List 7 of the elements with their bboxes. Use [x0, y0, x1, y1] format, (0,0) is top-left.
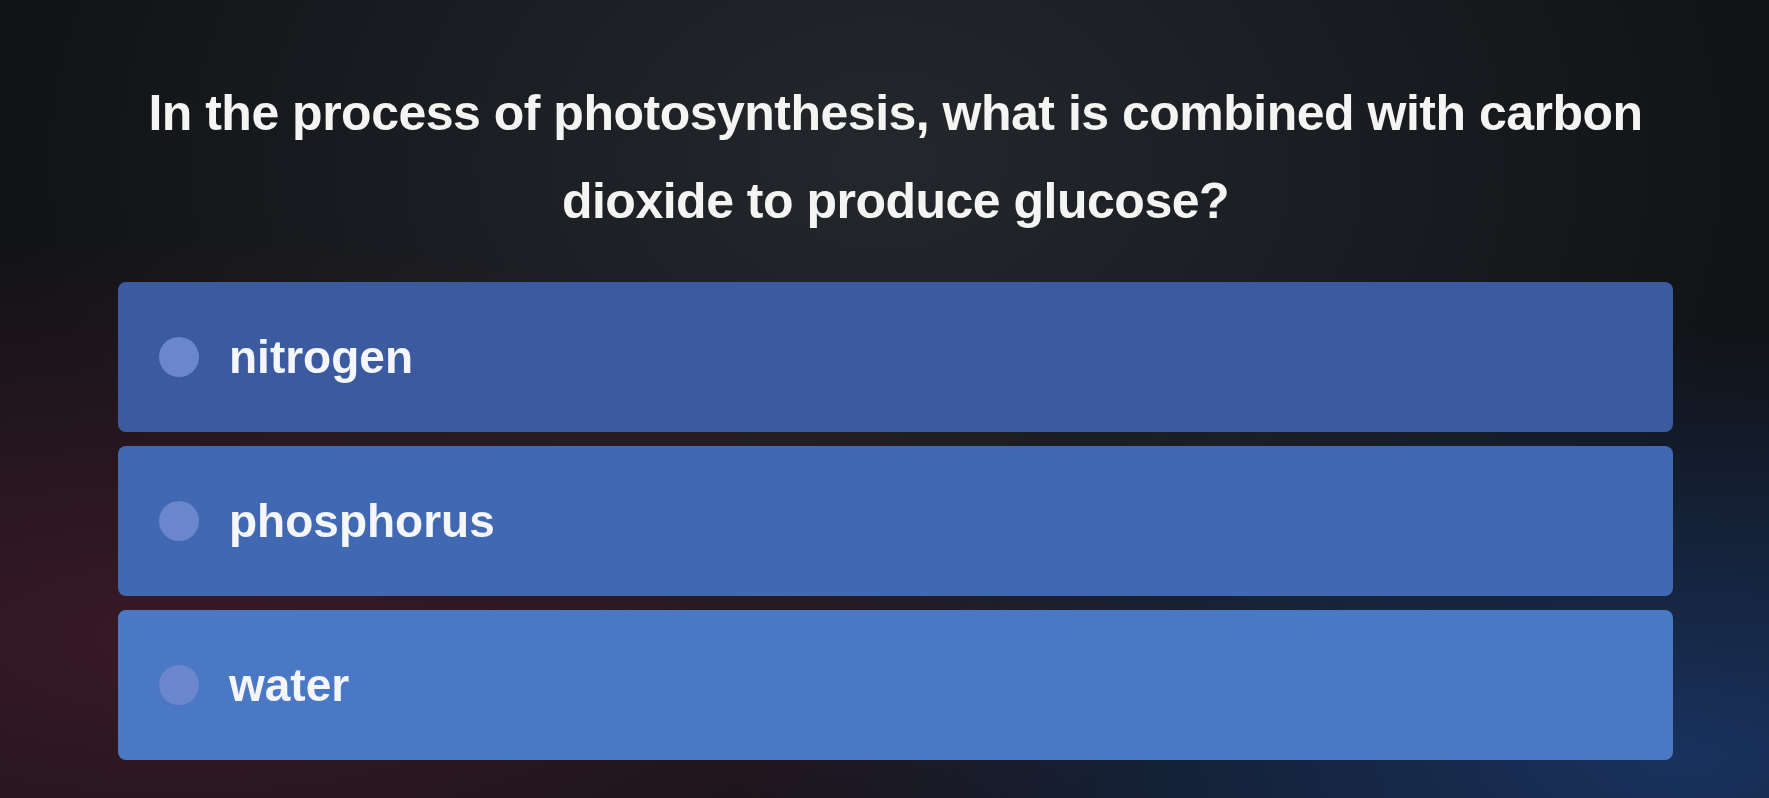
answer-option[interactable]: phosphorus [118, 446, 1673, 596]
answer-option[interactable]: nitrogen [118, 282, 1673, 432]
radio-icon [159, 337, 199, 377]
answer-option[interactable]: water [118, 610, 1673, 760]
radio-icon [159, 501, 199, 541]
question-text: In the process of photosynthesis, what is combined with carbon dioxide to produce glucose? [147, 84, 1644, 231]
radio-icon [159, 665, 199, 705]
